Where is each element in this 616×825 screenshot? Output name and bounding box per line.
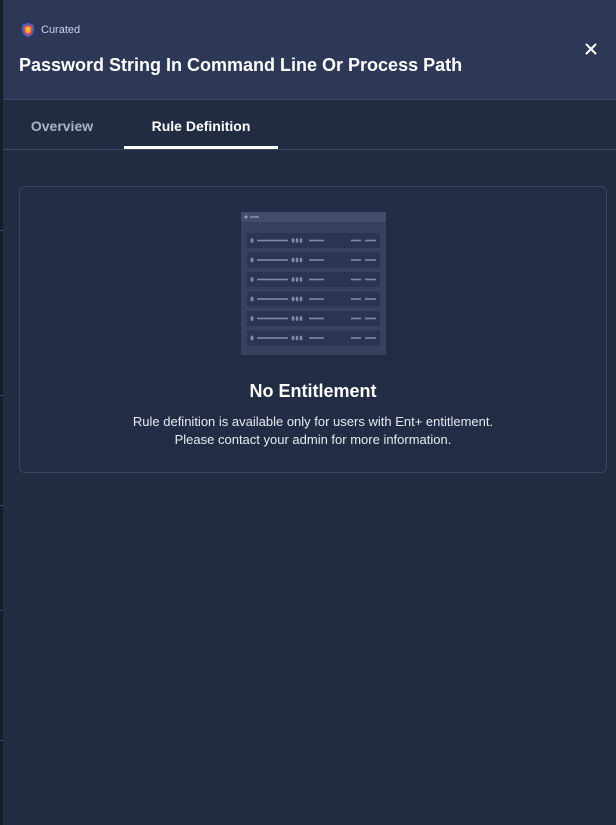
panel-header: Curated Password String In Command Line … (3, 0, 616, 100)
no-entitlement-card: No Entitlement Rule definition is availa… (19, 186, 607, 473)
curated-label: Curated (41, 24, 81, 36)
shield-icon (22, 22, 34, 38)
tab-bar: Overview Rule Definition (3, 101, 616, 150)
rule-title: Password String In Command Line Or Proce… (19, 55, 463, 75)
rule-details-panel: Curated Password String In Command Line … (3, 0, 616, 825)
tab-overview[interactable]: Overview (19, 101, 105, 150)
close-button[interactable] (580, 38, 602, 60)
empty-state-message-line1: Rule definition is available only for us… (132, 414, 494, 429)
active-tab-indicator (124, 146, 278, 149)
close-icon (585, 43, 597, 55)
curated-badge: Curated (21, 21, 80, 39)
tab-rule-definition[interactable]: Rule Definition (124, 101, 278, 150)
empty-state-heading: No Entitlement (249, 381, 377, 401)
table-placeholder-illustration (241, 212, 386, 355)
empty-state-message-line2: Please contact your admin for more infor… (174, 432, 452, 447)
